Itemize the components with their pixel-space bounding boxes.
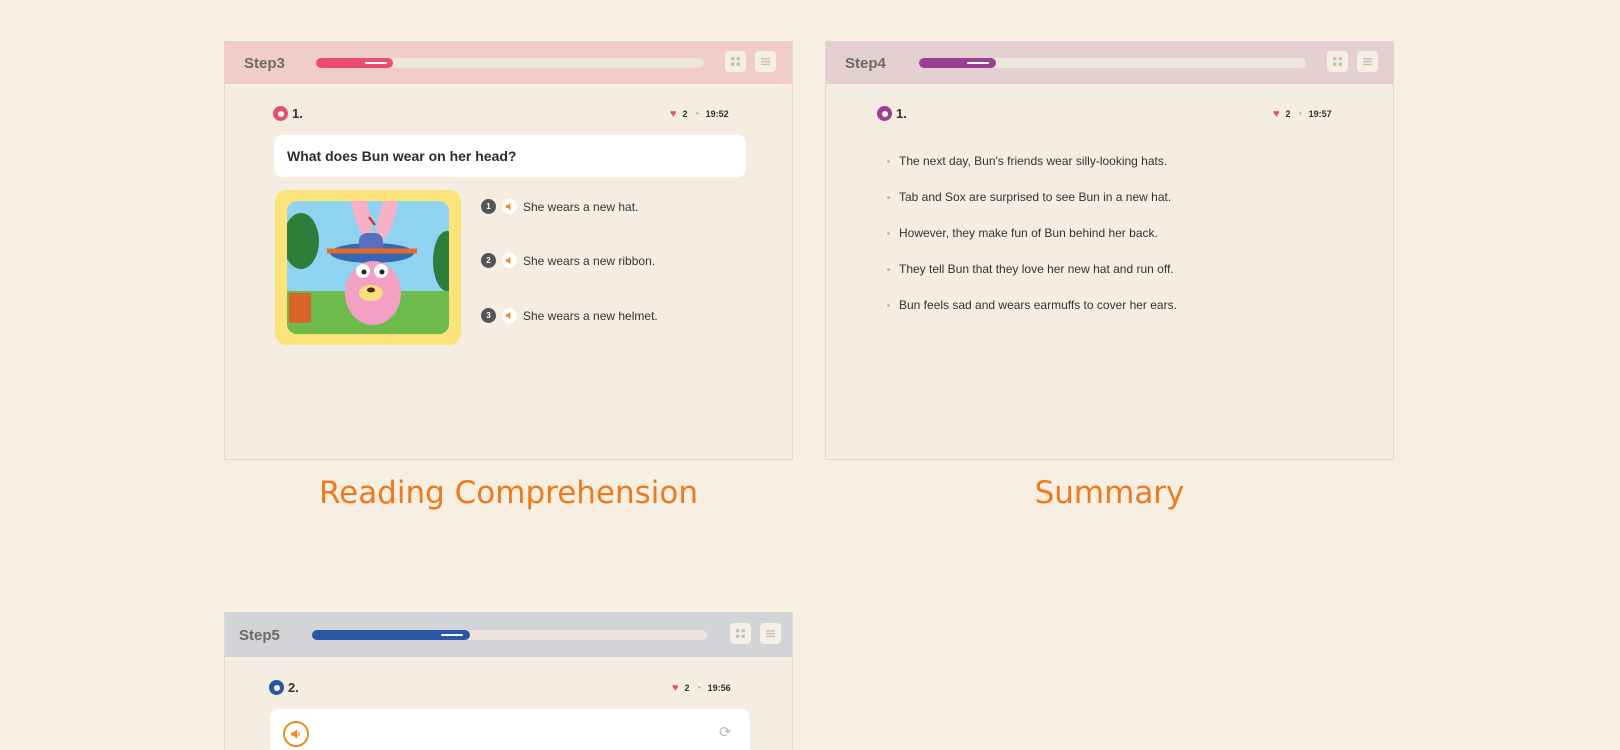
grid-icon [731,57,740,66]
step5-grid-button[interactable] [730,623,751,644]
clock-icon: ◔ [693,108,700,120]
target-icon [877,106,892,121]
step5-progress-knob[interactable] [441,634,463,636]
step4-caption: Summary [1034,475,1185,511]
bullet-dot [887,231,890,235]
step3-option-3[interactable]: 3 She wears a new helmet. [481,308,658,323]
stage: Step3 1. ♥ 2 ◔ 19:52 What does Bun wear … [0,0,1620,750]
step4-card: Step4 1. ♥ 2 ◔ 19:57 The next day, Bun's… [825,41,1394,460]
step3-picture [275,190,461,345]
step3-card: Step3 1. ♥ 2 ◔ 19:52 What does Bun wear … [224,41,793,460]
clock-icon: ◔ [1296,108,1303,120]
step3-grid-button[interactable] [725,51,746,72]
summary-item: However, they make fun of Bun behind her… [887,215,1177,251]
step5-label: Step5 [239,626,280,644]
step3-option-2[interactable]: 2 She wears a new ribbon. [481,253,655,268]
step4-list-button[interactable] [1357,51,1378,72]
summary-item: They tell Bun that they love her new hat… [887,251,1177,287]
list-icon [766,630,775,638]
target-icon [273,106,288,121]
list-icon [1363,58,1372,66]
speaker-icon[interactable] [283,721,309,747]
step3-hearts: 2 [682,109,688,119]
bullet-dot [887,267,890,271]
summary-item: Tab and Sox are surprised to see Bun in … [887,179,1177,215]
bunny-illustration [287,201,449,334]
step3-question: What does Bun wear on her head? [274,135,746,177]
step3-time: 19:52 [705,109,729,119]
step4-hearts: 2 [1285,109,1291,119]
option-number-badge: 2 [481,253,496,268]
step3-header: Step3 [225,42,792,84]
step3-progress-track [316,58,704,68]
target-icon [269,680,284,695]
bullet-dot [887,195,890,199]
step4-progress-track [919,58,1306,68]
step5-progress-track [312,630,707,640]
step4-label: Step4 [845,54,886,72]
heart-icon: ♥ [1273,108,1280,120]
step3-label: Step3 [244,54,285,72]
step4-question-number: 1. [877,106,907,121]
step4-summary-list: The next day, Bun's friends wear silly-l… [887,143,1177,323]
step3-list-button[interactable] [755,51,776,72]
option-number-badge: 1 [481,199,496,214]
step3-caption: Reading Comprehension [318,475,699,511]
option-text: She wears a new ribbon. [523,253,656,268]
summary-item: Bun feels sad and wears earmuffs to cove… [887,287,1177,323]
option-text: She wears a new hat. [523,199,639,214]
option-number-badge: 3 [481,308,496,323]
grid-icon [736,629,745,638]
step5-question-number: 2. [269,680,299,695]
option-text: She wears a new helmet. [523,308,658,323]
step5-list-button[interactable] [760,623,781,644]
step5-header: Step5 [225,613,792,657]
step4-header: Step4 [826,42,1393,84]
step4-meta: ♥ 2 ◔ 19:57 [1273,108,1332,120]
bullet-dot [887,303,890,307]
step4-progress-knob[interactable] [967,62,989,64]
step4-time: 19:57 [1308,109,1332,119]
refresh-icon[interactable]: ⟳ [719,723,732,741]
grid-icon [1333,57,1342,66]
speaker-icon[interactable] [502,253,517,268]
heart-icon: ♥ [670,108,677,120]
summary-item: The next day, Bun's friends wear silly-l… [887,143,1177,179]
bullet-dot [887,159,890,163]
step5-meta: ♥ 2 ◔ 19:56 [672,682,731,694]
speaker-icon[interactable] [502,199,517,214]
step3-question-number: 1. [273,106,303,121]
step5-time: 19:56 [707,683,731,693]
step5-hearts: 2 [684,683,690,693]
step5-card: Step5 2. ♥ 2 ◔ 19:56 ⟳ [224,612,793,750]
step3-meta: ♥ 2 ◔ 19:52 [670,108,729,120]
clock-icon: ◔ [695,682,702,694]
step3-option-1[interactable]: 1 She wears a new hat. [481,199,638,214]
speaker-icon[interactable] [502,308,517,323]
list-icon [761,58,770,66]
step4-grid-button[interactable] [1327,51,1348,72]
heart-icon: ♥ [672,682,679,694]
step3-progress-knob[interactable] [365,62,387,64]
step5-audio-box: ⟳ [270,709,750,750]
